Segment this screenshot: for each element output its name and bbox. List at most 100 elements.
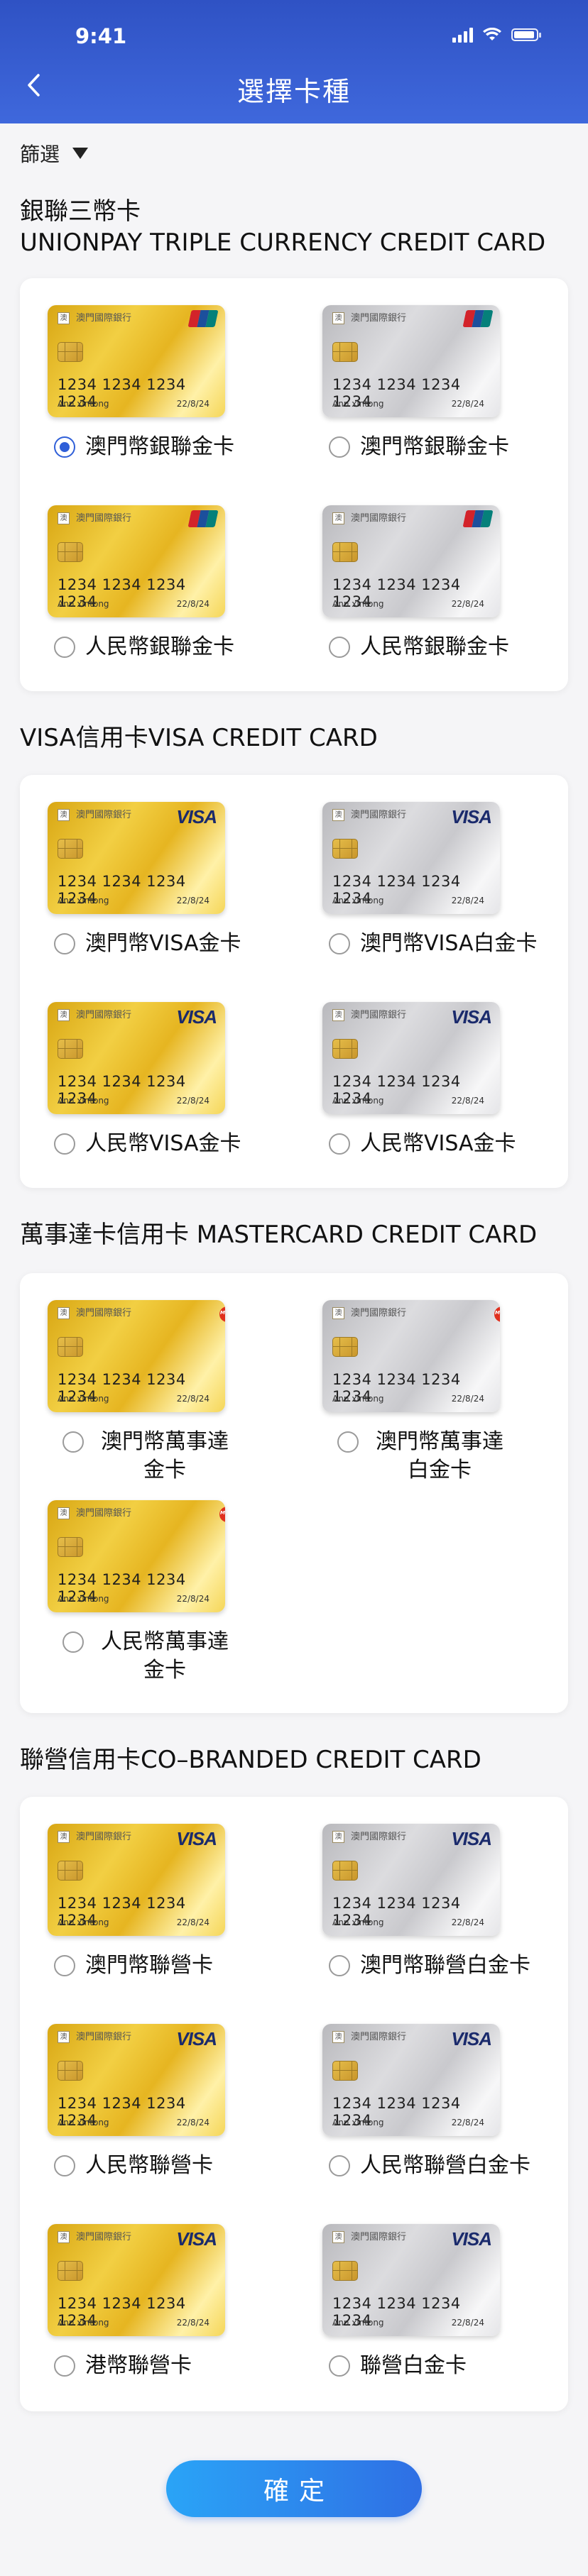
card-type-option[interactable]: 人民幣VISA金卡	[54, 1130, 241, 1158]
bank-logo-icon: 澳	[58, 312, 70, 324]
radio-unselected-icon[interactable]	[329, 933, 350, 954]
card-type-option[interactable]: 澳門幣聯營白金卡	[329, 1952, 530, 1980]
card-type-label: 聯營白金卡	[360, 2353, 467, 2378]
credit-card-image: 澳澳門國際銀行 1234 1234 1234 1234 Ann xintong 22/…	[48, 1002, 225, 1114]
card-bank-name: 澳門國際銀行	[76, 1508, 132, 1519]
filter-dropdown[interactable]: 篩選	[20, 139, 89, 167]
card-holder-name: Ann xintong	[58, 399, 109, 409]
card-chip-icon	[58, 1337, 83, 1357]
card-chip-icon	[332, 1337, 358, 1357]
visa-logo: VISA	[451, 1007, 492, 1027]
mastercard-logo-text: MasterCard	[495, 1310, 500, 1316]
card-type-option[interactable]: 澳門幣銀聯金卡	[329, 433, 509, 461]
card-type-option[interactable]: 澳門幣萬事達白金卡	[337, 1428, 511, 1485]
radio-unselected-icon[interactable]	[329, 436, 350, 458]
unionpay-logo	[462, 310, 494, 327]
app-header: 9:41 選擇卡種	[0, 0, 588, 123]
card-holder-name: Ann xintong	[332, 1096, 384, 1106]
card-bank-name: 澳門國際銀行	[351, 810, 407, 820]
confirm-button[interactable]: 確定	[166, 2460, 422, 2517]
card-type-option[interactable]: 人民幣VISA金卡	[329, 1130, 516, 1158]
card-holder-name: Ann xintong	[332, 2318, 384, 2328]
radio-unselected-icon[interactable]	[329, 2355, 350, 2377]
card-type-option[interactable]: 澳門幣萬事達金卡	[62, 1428, 236, 1485]
cellular-signal-icon	[452, 27, 473, 43]
card-bank-name: 澳門國際銀行	[351, 2232, 407, 2242]
bank-logo-icon: 澳	[58, 1009, 70, 1021]
visa-logo: VISA	[451, 806, 492, 827]
card-chip-icon	[332, 839, 358, 859]
card-type-option[interactable]: 澳門幣VISA白金卡	[329, 930, 538, 958]
visa-logo-text: VISA	[176, 1006, 217, 1028]
radio-unselected-icon[interactable]	[329, 1955, 350, 1976]
card-type-label: 人民幣VISA金卡	[360, 1131, 516, 1156]
visa-logo: VISA	[176, 1007, 217, 1027]
bank-logo-icon: 澳	[58, 809, 70, 821]
bank-logo-icon: 澳	[332, 1009, 344, 1021]
bank-logo-icon: 澳	[58, 1831, 70, 1843]
radio-unselected-icon[interactable]	[329, 637, 350, 658]
section-title-line: UNIONPAY TRIPLE CURRENCY CREDIT CARD	[20, 229, 546, 257]
card-type-label: 港幣聯營卡	[85, 2353, 192, 2378]
card-type-option[interactable]: 澳門幣銀聯金卡	[54, 433, 234, 461]
visa-logo-text: VISA	[451, 806, 492, 827]
radio-unselected-icon[interactable]	[54, 933, 75, 954]
visa-logo-text: VISA	[176, 1828, 217, 1849]
status-icons	[452, 27, 541, 43]
card-type-option[interactable]: 人民幣聯營卡	[54, 2152, 213, 2180]
bank-logo-icon: 澳	[58, 2231, 70, 2243]
card-type-option[interactable]: 人民幣銀聯金卡	[329, 633, 509, 661]
card-holder-name: Ann xintong	[58, 1096, 109, 1106]
card-type-option[interactable]: 人民幣銀聯金卡	[54, 633, 234, 661]
card-expiry: 22/8/24	[451, 1394, 484, 1404]
unionpay-logo-icon	[187, 310, 219, 327]
radio-unselected-icon[interactable]	[62, 1631, 84, 1653]
card-holder-name: Ann xintong	[58, 1394, 109, 1404]
card-bank-name: 澳門國際銀行	[76, 2232, 132, 2242]
unionpay-logo-icon	[462, 510, 494, 527]
card-type-option[interactable]: 港幣聯營卡	[54, 2352, 192, 2380]
radio-unselected-icon[interactable]	[54, 2155, 75, 2176]
card-bank-name: 澳門國際銀行	[351, 513, 407, 524]
credit-card-image: 澳澳門國際銀行 1234 1234 1234 1234 Ann xintong 22/…	[48, 505, 225, 617]
status-time: 9:41	[75, 24, 127, 48]
card-expiry: 22/8/24	[451, 2318, 484, 2328]
bank-logo-icon: 澳	[332, 2231, 344, 2243]
card-chip-icon	[58, 342, 83, 362]
visa-logo-text: VISA	[176, 2228, 217, 2250]
card-type-option[interactable]: 人民幣萬事達金卡	[62, 1628, 236, 1685]
credit-card-image: 澳澳門國際銀行 1234 1234 1234 1234 Ann xintong 22/…	[322, 505, 500, 617]
unionpay-logo	[187, 310, 219, 327]
card-bank-name: 澳門國際銀行	[76, 313, 132, 324]
credit-card-image: 澳澳門國際銀行 1234 1234 1234 1234 Ann xintong 22/…	[48, 2024, 225, 2136]
radio-selected-icon[interactable]	[54, 436, 75, 458]
card-holder-name: Ann xintong	[332, 1394, 384, 1404]
card-type-option[interactable]: 聯營白金卡	[329, 2352, 467, 2380]
section-title: 銀聯三幣卡 UNIONPAY TRIPLE CURRENCY CREDIT CAR…	[20, 196, 545, 258]
radio-unselected-icon[interactable]	[54, 1133, 75, 1155]
radio-unselected-icon[interactable]	[329, 1133, 350, 1155]
card-holder-name: Ann xintong	[58, 2318, 109, 2328]
card-type-option[interactable]: 澳門幣聯營卡	[54, 1952, 213, 1980]
radio-unselected-icon[interactable]	[54, 2355, 75, 2377]
card-chip-icon	[332, 1039, 358, 1059]
credit-card-image: 澳澳門國際銀行 1234 1234 1234 1234 Ann xintong 22/…	[48, 802, 225, 914]
card-expiry: 22/8/24	[451, 1096, 484, 1106]
card-type-option[interactable]: 人民幣聯營白金卡	[329, 2152, 530, 2180]
section-title-line: VISA信用卡VISA CREDIT CARD	[20, 724, 378, 752]
radio-unselected-icon[interactable]	[329, 2155, 350, 2176]
bank-logo-icon: 澳	[332, 1307, 344, 1319]
card-type-label: 澳門幣銀聯金卡	[360, 434, 509, 459]
card-bank-name: 澳門國際銀行	[351, 2032, 407, 2042]
radio-unselected-icon[interactable]	[54, 637, 75, 658]
radio-unselected-icon[interactable]	[337, 1431, 359, 1453]
visa-logo: VISA	[451, 1829, 492, 1849]
card-type-option[interactable]: 澳門幣VISA金卡	[54, 930, 241, 958]
bank-logo-icon: 澳	[332, 2031, 344, 2043]
card-holder-name: Ann xintong	[332, 1917, 384, 1927]
radio-unselected-icon[interactable]	[54, 1955, 75, 1976]
card-chip-icon	[58, 1861, 83, 1881]
radio-unselected-icon[interactable]	[62, 1431, 84, 1453]
mastercard-logo-text: MasterCard	[220, 1310, 225, 1316]
card-holder-name: Ann xintong	[58, 599, 109, 609]
